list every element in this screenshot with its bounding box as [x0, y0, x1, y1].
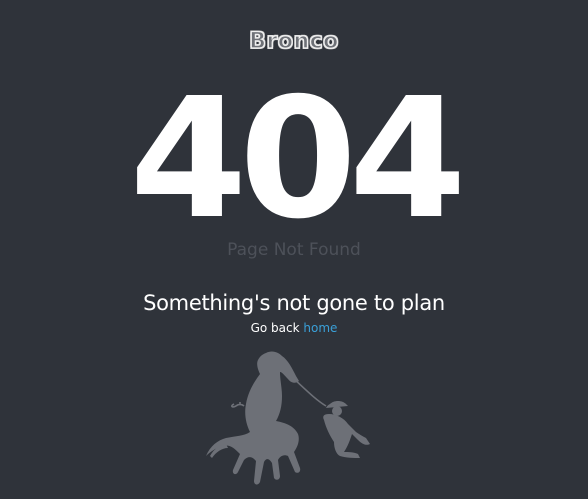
error-code: 404	[129, 63, 467, 256]
error-page: Bronco 404 Page Not Found Something's no…	[0, 0, 588, 499]
lasso-rope	[292, 377, 327, 407]
error-subtitle: Page Not Found	[227, 240, 361, 260]
cowboy-silhouette	[323, 401, 370, 458]
horse-and-cowboy-icon	[206, 351, 370, 485]
go-back-line: Go back home	[0, 319, 588, 337]
logo-text: Bronco	[249, 28, 339, 54]
header-logo: Bronco	[0, 27, 588, 57]
error-headline: Something's not gone to plan	[143, 291, 445, 315]
tail-curl	[231, 402, 245, 408]
home-link[interactable]: home	[303, 321, 337, 335]
horse-silhouette	[206, 351, 301, 485]
go-back-prefix: Go back	[250, 321, 300, 335]
